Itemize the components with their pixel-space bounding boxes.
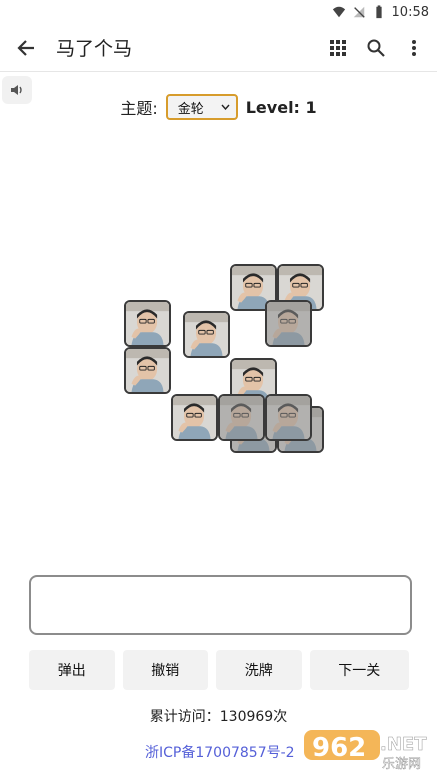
face-tile-image	[126, 302, 169, 345]
tile	[265, 300, 312, 347]
action-buttons: 弹出 撤销 洗牌 下一关	[29, 650, 409, 690]
tile[interactable]	[171, 394, 218, 441]
face-tile-image	[220, 396, 263, 439]
tile-slot-tray	[29, 575, 412, 635]
undo-button[interactable]: 撤销	[122, 650, 209, 690]
pop-button[interactable]: 弹出	[29, 650, 115, 690]
watermark-net: .NET	[380, 734, 427, 755]
site-watermark-logo: 962 .NET 乐游网	[302, 726, 432, 772]
tile[interactable]	[124, 347, 171, 394]
icp-link[interactable]: 浙ICP备17007857号-2	[145, 742, 295, 762]
shuffle-button[interactable]: 洗牌	[216, 650, 302, 690]
face-tile-image	[173, 396, 216, 439]
tile	[218, 394, 265, 441]
face-tile-image	[267, 302, 310, 345]
game-board	[0, 0, 437, 560]
face-tile-image	[126, 349, 169, 392]
watermark-sub: 乐游网	[382, 757, 421, 772]
face-tile-image	[267, 396, 310, 439]
tile[interactable]	[124, 300, 171, 347]
next-level-button[interactable]: 下一关	[309, 650, 409, 690]
face-tile-image	[185, 313, 228, 356]
tile	[265, 394, 312, 441]
watermark-number: 962	[312, 733, 366, 763]
tile[interactable]	[183, 311, 230, 358]
visit-counter: 累计访问：130969次	[149, 709, 288, 725]
